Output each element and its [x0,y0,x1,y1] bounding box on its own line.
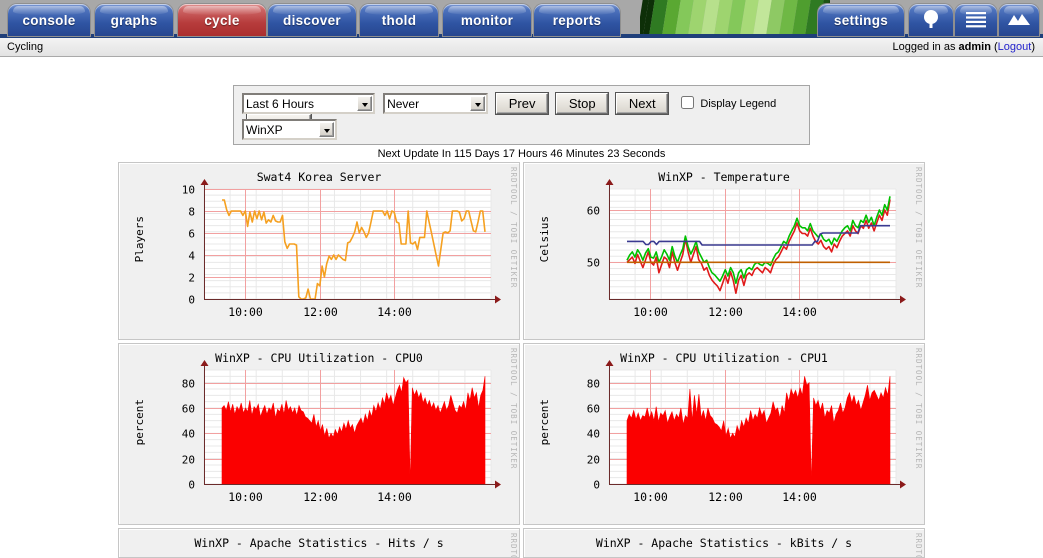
mountain-icon [1007,11,1031,30]
svg-text:12:00: 12:00 [708,305,743,319]
svg-text:40: 40 [587,428,600,441]
tab-label: cycle [204,12,240,28]
tab-cycle[interactable]: cycle [178,4,266,36]
plot-cpu1: 0 20 40 60 80 10:00 12:00 14:00 [587,360,906,504]
graph-row: Swat4 Korea Server RRDTOOL / TOBI OETIKER… [0,162,1043,340]
svg-text:2: 2 [188,272,195,285]
stop-button[interactable]: Stop [556,93,609,114]
tab-label: console [22,12,76,28]
graph-panel-swat4[interactable]: Swat4 Korea Server RRDTOOL / TOBI OETIKER… [118,162,520,340]
tab-monitor[interactable]: monitor [443,4,531,36]
tree-icon [920,9,942,32]
tab-label: graphs [110,12,158,28]
username-label: admin [958,41,991,53]
svg-text:10:00: 10:00 [228,305,263,319]
svg-text:0: 0 [593,479,600,492]
device-select-wrap: WinXP [242,119,337,140]
tab-label: monitor [460,12,514,28]
device-select[interactable]: WinXP [242,119,337,140]
svg-text:6: 6 [188,228,195,241]
svg-text:0: 0 [188,479,195,492]
svg-text:10: 10 [182,184,195,197]
graph-panel-apache-kbits[interactable]: WinXP - Apache Statistics - kBits / s RRD… [523,528,925,558]
timespan-select-wrap: Last 6 Hours [242,93,375,114]
svg-text:60: 60 [587,403,600,416]
plot-swat4: 0 2 4 6 8 10 10:00 12:00 14:00 [182,179,501,319]
graph-title: WinXP - Apache Statistics - Hits / s [194,536,444,550]
display-legend-checkbox[interactable] [681,96,695,109]
logout-link[interactable]: Logout [998,41,1032,53]
graph-panel-apache-hits[interactable]: WinXP - Apache Statistics - Hits / s RRDT… [118,528,520,558]
svg-text:8: 8 [188,206,195,219]
next-update-text: Next Update In 115 Days 17 Hours 46 Minu… [377,148,666,160]
rrdtool-watermark: RRDTOOL / TOBI OETIKER [509,533,518,557]
rrdtool-watermark: RRDTOOL / TOBI OETIKER [914,533,923,557]
svg-text:60: 60 [587,205,600,218]
tab-graph-preview[interactable] [999,4,1039,36]
tab-label: thold [381,12,417,28]
tab-label: reports [552,12,602,28]
svg-text:20: 20 [587,454,600,467]
graph-controls-toolbar: Last 6 Hours Never Prev Stop Next Displa… [233,85,810,145]
graph-y-axis-label: Celsius [538,216,551,263]
svg-text:10:00: 10:00 [228,490,263,504]
svg-text:40: 40 [182,428,195,441]
graph-row: WinXP - Apache Statistics - Hits / s RRDT… [0,528,1043,558]
graph-y-axis-label: Players [133,216,146,263]
svg-text:14:00: 14:00 [782,490,817,504]
tab-thold[interactable]: thold [360,4,438,36]
refresh-interval-select[interactable]: Never [383,93,489,114]
graph-panel-cpu0[interactable]: WinXP - CPU Utilization - CPU0 RRDTOOL / … [118,343,520,525]
next-button[interactable]: Next [616,93,669,114]
graph-y-axis-label: percent [538,399,551,446]
svg-text:12:00: 12:00 [303,305,338,319]
svg-text:10:00: 10:00 [633,490,668,504]
graph-panel-winxp-temp[interactable]: WinXP - Temperature RRDTOOL / TOBI OETIKE… [523,162,925,340]
timespan-select[interactable]: Last 6 Hours [242,93,375,114]
svg-text:12:00: 12:00 [708,490,743,504]
tab-reports[interactable]: reports [534,4,620,36]
svg-text:10:00: 10:00 [633,305,668,319]
list-icon [964,10,988,31]
svg-text:14:00: 14:00 [377,305,412,319]
svg-text:12:00: 12:00 [303,490,338,504]
svg-text:80: 80 [182,378,195,391]
svg-text:50: 50 [587,257,600,270]
tab-label: settings [833,12,889,28]
svg-text:80: 80 [587,378,600,391]
login-status: Logged in as admin (Logout) [892,41,1035,53]
svg-text:60: 60 [182,403,195,416]
tab-tree[interactable] [909,4,953,36]
tab-graphs[interactable]: graphs [95,4,173,36]
green-banner-decoration [640,0,830,34]
tab-console[interactable]: console [8,4,90,36]
tab-discover[interactable]: discover [268,4,356,36]
prev-button[interactable]: Prev [496,93,549,114]
graph-y-axis-label: percent [133,399,146,446]
svg-text:14:00: 14:00 [782,305,817,319]
svg-text:14:00: 14:00 [377,490,412,504]
graph-grid: Swat4 Korea Server RRDTOOL / TOBI OETIKER… [0,162,1043,558]
refresh-interval-select-wrap: Never [383,93,489,114]
graph-panel-cpu1[interactable]: WinXP - CPU Utilization - CPU1 RRDTOOL / … [523,343,925,525]
toolbar-row-secondary: WinXP [242,119,337,140]
plot-cpu0: 0 20 40 60 80 10:00 12:00 14:00 [182,360,501,504]
graph-row: WinXP - CPU Utilization - CPU0 RRDTOOL / … [0,343,1043,525]
header-tab-bar: console graphs cycle discover thold monitor re… [0,0,1043,38]
graph-title: WinXP - Apache Statistics - kBits / s [595,536,853,550]
svg-text:0: 0 [188,294,195,307]
display-legend-group: Display Legend [681,93,776,110]
logged-in-label: Logged in as [892,41,956,53]
display-legend-label[interactable]: Display Legend [700,98,776,110]
tab-settings[interactable]: settings [818,4,904,36]
status-bar: Cycling Logged in as admin (Logout) [0,38,1043,57]
page-title: Cycling [7,41,44,53]
tab-label: discover [283,12,341,28]
paren-close: ) [1031,41,1035,53]
svg-text:20: 20 [182,454,195,467]
plot-winxp-temp: 50 60 10:00 12:00 14:00 [587,179,906,319]
svg-text:4: 4 [188,250,195,263]
tab-list[interactable] [955,4,997,36]
